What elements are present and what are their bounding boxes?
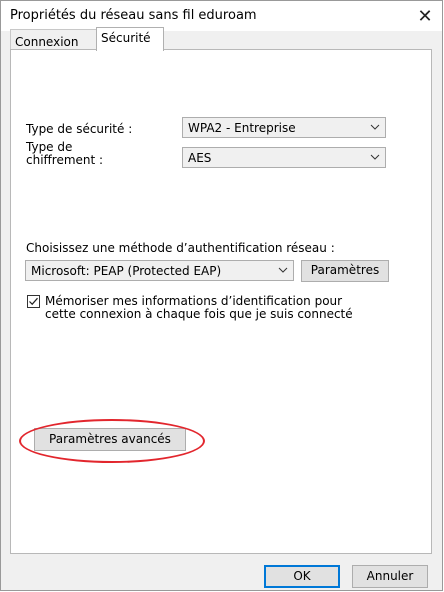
chevron-down-icon — [370, 124, 380, 130]
advanced-settings-button[interactable]: Paramètres avancés — [34, 428, 186, 451]
tab-securite[interactable]: Sécurité — [96, 27, 164, 51]
checkbox-checked-icon — [29, 297, 38, 306]
tab-connexion[interactable]: Connexion — [10, 29, 97, 50]
remember-credentials-label-line2: cette connexion à chaque fois que je sui… — [45, 307, 353, 321]
cipher-type-label-line2: chiffrement : — [26, 153, 104, 167]
auth-method-select[interactable]: Microsoft: PEAP (Protected EAP) — [25, 260, 294, 281]
dialog-window: Propriétés du réseau sans fil eduroam ✕ … — [0, 0, 443, 591]
remember-credentials-checkbox[interactable] — [27, 295, 40, 308]
security-type-value: WPA2 - Entreprise — [188, 121, 296, 135]
security-type-label: Type de sécurité : — [26, 122, 133, 136]
auth-method-label: Choisissez une méthode d’authentificatio… — [26, 241, 335, 255]
security-panel: Type de sécurité : WPA2 - Entreprise Typ… — [10, 49, 432, 554]
cipher-type-value: AES — [188, 151, 212, 165]
close-icon[interactable]: ✕ — [408, 1, 442, 31]
chevron-down-icon — [370, 154, 380, 160]
auth-settings-button[interactable]: Paramètres — [301, 260, 389, 282]
window-title: Propriétés du réseau sans fil eduroam — [10, 8, 257, 23]
auth-method-value: Microsoft: PEAP (Protected EAP) — [31, 264, 222, 278]
cipher-type-select[interactable]: AES — [182, 147, 386, 168]
cancel-button[interactable]: Annuler — [352, 565, 428, 588]
chevron-down-icon — [278, 267, 288, 273]
security-type-select[interactable]: WPA2 - Entreprise — [182, 117, 386, 138]
title-bar: Propriétés du réseau sans fil eduroam ✕ — [1, 1, 442, 31]
ok-button[interactable]: OK — [264, 565, 340, 588]
